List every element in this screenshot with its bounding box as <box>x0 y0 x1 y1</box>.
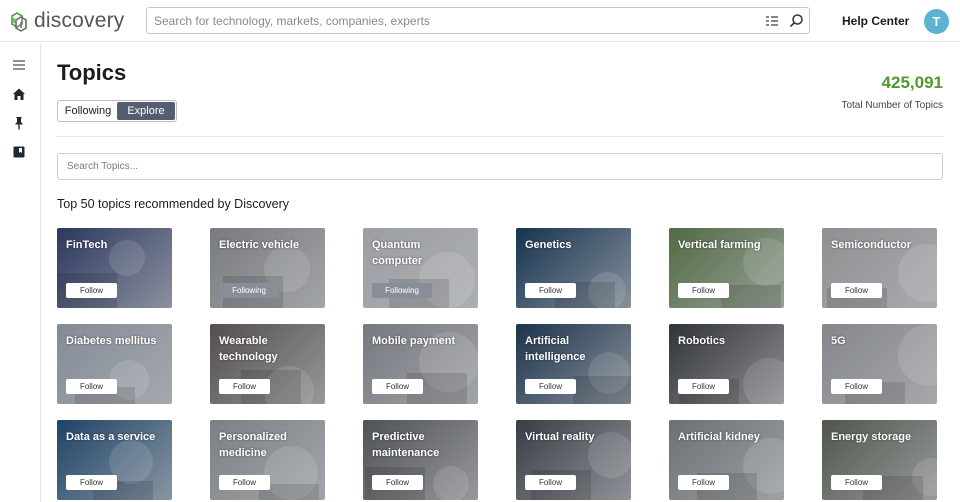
bookmark-icon[interactable] <box>12 145 26 159</box>
search-icon[interactable] <box>789 13 804 28</box>
topic-card-title: Predictive maintenance <box>372 429 472 461</box>
topic-card[interactable]: Mobile payment Follow <box>363 324 478 404</box>
page-title: Topics <box>57 60 126 86</box>
follow-button[interactable]: Follow <box>372 379 423 394</box>
filter-list-icon[interactable] <box>765 14 779 28</box>
topic-card-title: Genetics <box>525 237 625 253</box>
divider <box>57 136 943 137</box>
topic-card[interactable]: Electric vehicle Following <box>210 228 325 308</box>
global-search-input[interactable] <box>147 8 747 33</box>
topic-card-title: Quantum computer <box>372 237 472 269</box>
topic-card-title: Artificial kidney <box>678 429 778 445</box>
following-button[interactable]: Following <box>372 283 432 298</box>
topic-search-input[interactable] <box>57 153 943 180</box>
follow-button[interactable]: Follow <box>525 283 576 298</box>
home-icon[interactable] <box>12 87 26 101</box>
topic-card-title: Electric vehicle <box>219 237 319 253</box>
topic-card[interactable]: Semiconductor Follow <box>822 228 937 308</box>
topic-card-title: Personalized medicine <box>219 429 319 461</box>
topic-card-title: Vertical farming <box>678 237 778 253</box>
menu-icon[interactable] <box>12 58 26 72</box>
follow-button[interactable]: Follow <box>831 379 882 394</box>
follow-button[interactable]: Follow <box>219 379 270 394</box>
topic-card-title: FinTech <box>66 237 166 253</box>
topic-card[interactable]: Genetics Follow <box>516 228 631 308</box>
topic-card[interactable]: Data as a service Follow <box>57 420 172 500</box>
top-header: discovery Help Center T <box>0 0 960 42</box>
topic-card-title: Semiconductor <box>831 237 931 253</box>
follow-button[interactable]: Follow <box>678 283 729 298</box>
topic-card[interactable]: Quantum computer Following <box>363 228 478 308</box>
topic-card-title: Diabetes mellitus <box>66 333 166 349</box>
follow-button[interactable]: Follow <box>678 379 729 394</box>
topic-card[interactable]: Diabetes mellitus Follow <box>57 324 172 404</box>
left-sidebar <box>0 43 41 502</box>
logo-text: discovery <box>34 9 125 33</box>
topic-card[interactable]: 5G Follow <box>822 324 937 404</box>
follow-button[interactable]: Follow <box>831 283 882 298</box>
follow-button[interactable]: Follow <box>525 379 576 394</box>
topic-card[interactable]: Personalized medicine Follow <box>210 420 325 500</box>
section-title: Top 50 topics recommended by Discovery <box>57 197 289 211</box>
total-topics-label: Total Number of Topics <box>841 100 943 111</box>
topics-view-toggle: Following Explore <box>57 100 177 122</box>
topic-card[interactable]: Wearable technology Follow <box>210 324 325 404</box>
topic-card[interactable]: Vertical farming Follow <box>669 228 784 308</box>
topic-card-title: Wearable technology <box>219 333 319 365</box>
discovery-logo[interactable]: discovery <box>8 8 125 34</box>
topic-card[interactable]: Artificial kidney Follow <box>669 420 784 500</box>
topic-card-title: Artificial intelligence <box>525 333 625 365</box>
topic-card[interactable]: Energy storage Follow <box>822 420 937 500</box>
follow-button[interactable]: Follow <box>219 475 270 490</box>
topic-card[interactable]: Robotics Follow <box>669 324 784 404</box>
follow-button[interactable]: Follow <box>66 283 117 298</box>
topic-grid: FinTechFollowElectric vehicleFollowingQu… <box>57 228 937 502</box>
main-content: Topics Following Explore 425,091 Total N… <box>41 43 960 502</box>
topic-card-title: Mobile payment <box>372 333 472 349</box>
help-center-link[interactable]: Help Center <box>842 14 909 28</box>
follow-button[interactable]: Follow <box>678 475 729 490</box>
topic-card[interactable]: Artificial intelligence Follow <box>516 324 631 404</box>
topic-card-title: Energy storage <box>831 429 931 445</box>
topic-card-title: Virtual reality <box>525 429 625 445</box>
pin-icon[interactable] <box>12 116 26 130</box>
follow-button[interactable]: Follow <box>372 475 423 490</box>
toggle-explore[interactable]: Explore <box>117 102 175 120</box>
topic-card-title: 5G <box>831 333 931 349</box>
follow-button[interactable]: Follow <box>66 379 117 394</box>
follow-button[interactable]: Follow <box>66 475 117 490</box>
toggle-following[interactable]: Following <box>59 102 117 120</box>
topic-card-title: Robotics <box>678 333 778 349</box>
user-avatar[interactable]: T <box>924 9 949 34</box>
topic-card[interactable]: FinTech Follow <box>57 228 172 308</box>
discovery-logo-icon <box>8 10 30 32</box>
follow-button[interactable]: Follow <box>831 475 882 490</box>
total-topics-count: 425,091 <box>882 73 943 93</box>
follow-button[interactable]: Follow <box>525 475 576 490</box>
global-search-bar[interactable] <box>146 7 810 34</box>
topic-card[interactable]: Virtual reality Follow <box>516 420 631 500</box>
topic-card[interactable]: Predictive maintenance Follow <box>363 420 478 500</box>
topic-card-title: Data as a service <box>66 429 166 445</box>
following-button[interactable]: Following <box>219 283 279 298</box>
